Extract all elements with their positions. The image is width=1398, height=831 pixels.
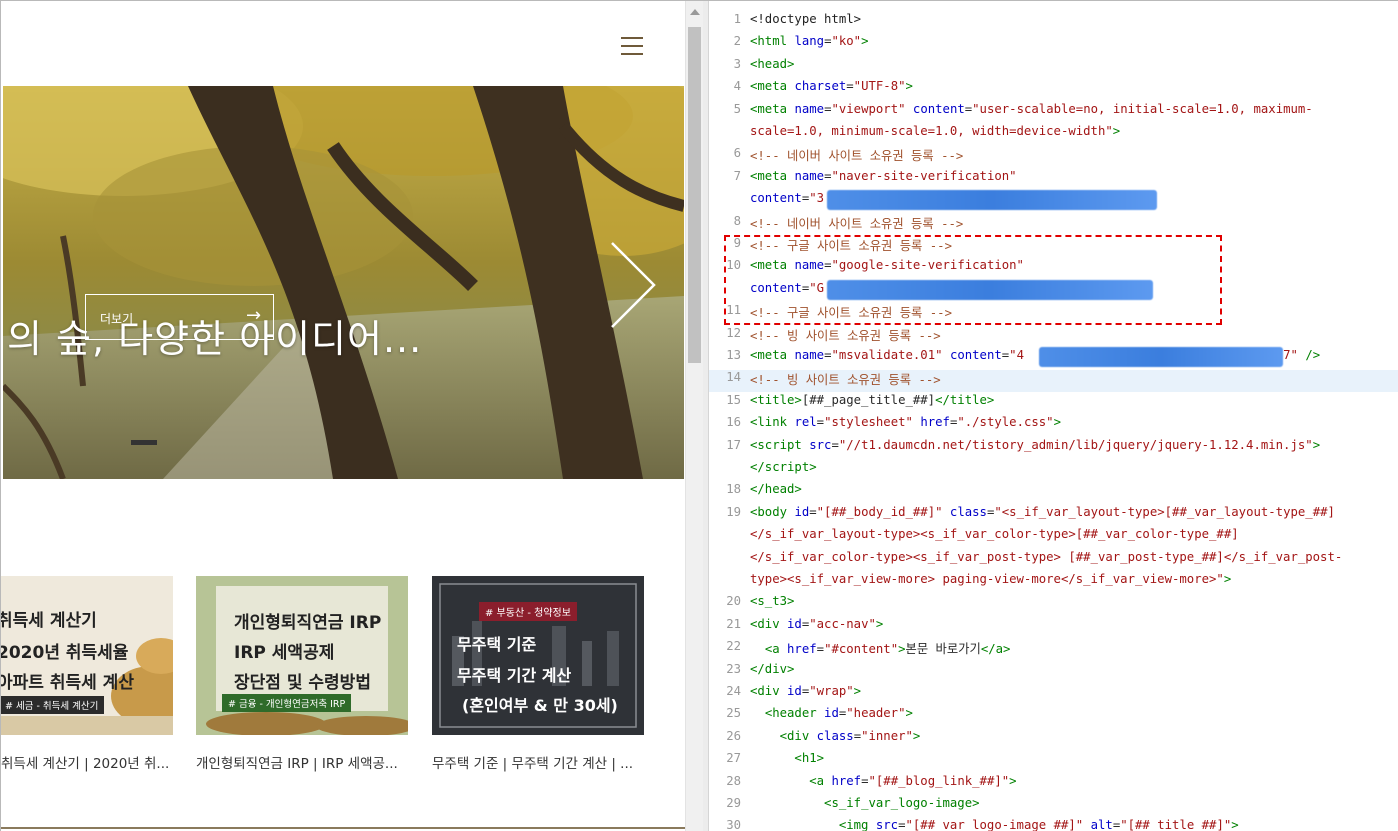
arrow-right-icon: → [246, 305, 262, 326]
line-number: 23 [726, 661, 741, 676]
thumb-line: 무주택 기간 계산 [457, 666, 572, 685]
line-number: 4 [733, 79, 741, 94]
code-line[interactable]: scale=1.0, minimum-scale=1.0, width=devi… [750, 124, 1120, 138]
slider-indicator[interactable] [131, 440, 157, 445]
line-number: 18 [726, 482, 741, 497]
category-tag: # 금융 - 개인형연금저축 IRP [222, 694, 352, 712]
thumb-line: 취득세 계산기 [1, 611, 97, 631]
code-line[interactable]: </div> [750, 662, 794, 676]
code-line[interactable]: <meta name="naver-site-verification" [750, 169, 1017, 183]
line-number: 22 [726, 639, 741, 654]
line-number: 2 [733, 34, 741, 49]
line-number: 5 [733, 101, 741, 116]
thumb-line: (혼인여부 & 만 30세) [462, 696, 618, 715]
code-line[interactable]: <!-- 네이버 사이트 소유권 등록 --> [750, 214, 963, 232]
code-line[interactable]: <meta name="viewport" content="user-scal… [750, 102, 1313, 116]
line-number: 27 [726, 751, 741, 766]
line-number: 8 [733, 213, 741, 228]
thumb-line: IRP 세액공제 [234, 643, 335, 663]
line-number: 26 [726, 728, 741, 743]
line-number: 20 [726, 594, 741, 609]
code-line[interactable]: <html lang="ko"> [750, 34, 869, 48]
code-line[interactable]: type><s_if_var_view-more> paging-view-mo… [750, 572, 1231, 586]
post-card[interactable]: # 부동산 - 청약정보 무주택 기준 무주택 기간 계산 (혼인여부 & 만 … [432, 576, 644, 772]
category-tag: # 부동산 - 청약정보 [479, 602, 577, 621]
thumb-line: 장단점 및 수령방법 [234, 673, 371, 693]
line-number: 15 [726, 392, 741, 407]
line-number: 3 [733, 56, 741, 71]
line-number: 12 [726, 325, 741, 340]
scroll-thumb[interactable] [688, 27, 701, 363]
line-number: 7 [733, 168, 741, 183]
code-line[interactable]: <script src="//t1.daumcdn.net/tistory_ad… [750, 438, 1320, 452]
code-editor[interactable]: 1 <!doctype html> 2 <html lang="ko"> 3 <head>… [709, 1, 1398, 831]
redacted-value [1039, 347, 1283, 367]
line-number: 21 [726, 616, 741, 631]
code-line[interactable]: <body id="[##_body_id_##]" class="<s_if_… [750, 505, 1335, 519]
scroll-up-icon[interactable] [690, 9, 700, 15]
line-number: 6 [733, 146, 741, 161]
code-line[interactable]: <head> [750, 57, 794, 71]
more-button-label: 더보기 [100, 312, 134, 326]
code-line[interactable]: <!doctype html> [750, 12, 861, 26]
post-thumbnail: 취득세 계산기 2020년 취득세율 아파트 취득세 계산 # 세금 - 취득세… [1, 576, 173, 735]
code-line[interactable]: </s_if_var_layout-type><s_if_var_color-t… [750, 527, 1239, 541]
line-number: 29 [726, 796, 741, 810]
code-line[interactable]: <!-- 네이버 사이트 소유권 등록 --> [750, 146, 963, 164]
line-number: 24 [726, 684, 741, 698]
code-line[interactable]: <h1> [750, 751, 824, 765]
code-line[interactable]: </script> [750, 460, 817, 474]
thumb-line: 2020년 취득세율 [1, 643, 129, 663]
post-card[interactable]: 개인형퇴직연금 IRP IRP 세액공제 장단점 및 수령방법 # 금융 - 개… [196, 576, 408, 772]
code-line[interactable]: <link rel="stylesheet" href="./style.css… [750, 415, 1061, 429]
annotation-box [724, 235, 1222, 325]
divider [1, 827, 685, 829]
hero-slider: 의 숲, 다양한 아이디어... 더보기 → [3, 86, 684, 479]
code-line[interactable]: <img src="[##_var_logo-image_##]" alt="[… [750, 818, 1239, 831]
line-number: 1 [733, 12, 741, 26]
line-number: 25 [726, 706, 741, 721]
line-number: 14 [726, 370, 741, 385]
hero-forest-image [3, 86, 684, 479]
code-line[interactable]: <title>[##_page_title_##]</title> [750, 393, 994, 407]
line-number: 19 [726, 504, 741, 519]
post-thumbnail: # 부동산 - 청약정보 무주택 기준 무주택 기간 계산 (혼인여부 & 만 … [432, 576, 644, 735]
more-button[interactable]: 더보기 → [85, 294, 274, 340]
line-number: 28 [726, 773, 741, 788]
code-line[interactable]: <!-- 빙 사이트 소유권 등록 --> [750, 370, 941, 388]
post-card[interactable]: 취득세 계산기 2020년 취득세율 아파트 취득세 계산 # 세금 - 취득세… [1, 576, 173, 772]
code-line[interactable]: </s_if_var_color-type><s_if_var_post-typ… [750, 550, 1342, 564]
hamburger-icon[interactable] [621, 35, 645, 57]
thumb-line: 아파트 취득세 계산 [1, 673, 134, 693]
blog-preview: 의 숲, 다양한 아이디어... 더보기 → 취득세 계산기 2020년 취득세… [1, 1, 685, 831]
code-line[interactable]: <a href="#content">본문 바로가기</a> [750, 639, 1011, 657]
code-line[interactable]: <s_if_var_logo-image> [750, 796, 979, 810]
line-number: 13 [726, 348, 741, 362]
post-caption: 취득세 계산기 | 2020년 취... [1, 756, 170, 772]
code-line[interactable]: <header id="header"> [750, 706, 913, 720]
redacted-value [827, 190, 1157, 210]
chevron-right-icon[interactable] [608, 241, 658, 329]
line-number: 16 [726, 415, 741, 430]
code-line[interactable]: <s_t3> [750, 594, 794, 608]
code-line[interactable]: <div id="wrap"> [750, 684, 861, 698]
post-caption: 무주택 기준 | 무주택 기간 계산 | ... [432, 756, 634, 772]
thumb-line: 개인형퇴직연금 IRP [234, 613, 382, 633]
code-line[interactable]: <meta charset="UTF-8"> [750, 79, 913, 93]
thumb-line: 무주택 기준 [457, 635, 537, 654]
code-line[interactable]: </head> [750, 482, 802, 496]
line-number: 17 [726, 437, 741, 452]
code-line[interactable]: <!-- 빙 사이트 소유권 등록 --> [750, 326, 941, 344]
preview-scrollbar[interactable] [685, 1, 703, 831]
post-caption: 개인형퇴직연금 IRP | IRP 세액공... [196, 756, 398, 772]
code-line[interactable]: <div id="acc-nav"> [750, 617, 883, 631]
line-number: 30 [726, 818, 741, 831]
code-line[interactable]: <a href="[##_blog_link_##]"> [750, 774, 1016, 788]
post-thumbnail: 개인형퇴직연금 IRP IRP 세액공제 장단점 및 수령방법 # 금융 - 개… [196, 576, 408, 735]
code-line[interactable]: <div class="inner"> [750, 729, 921, 743]
category-tag: # 세금 - 취득세 계산기 [1, 696, 105, 714]
